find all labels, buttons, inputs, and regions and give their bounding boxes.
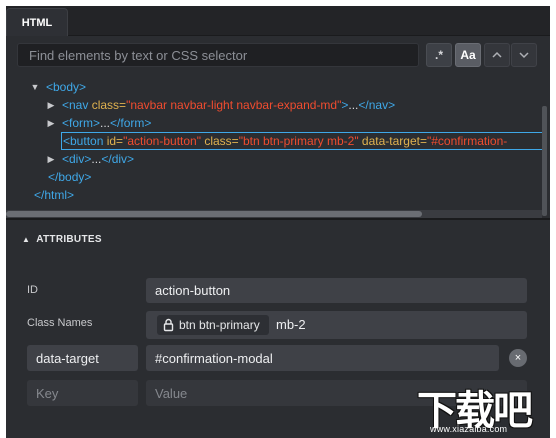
section-expanded-icon: ▲ [22,235,31,244]
locked-class-text: btn btn-primary [179,318,260,332]
tag-button-open: <button [63,134,104,148]
tree-node-div[interactable]: ▶ <div>...</div> [46,150,135,168]
chevron-up-icon [492,51,502,58]
attr-name: id= [106,134,124,148]
attr-name: data-target= [361,134,427,148]
tree-node-body[interactable]: ▼ <body> [30,78,87,96]
close-icon: × [514,352,522,364]
dom-tree: ▼ <body> ▶ <nav class="navbar navbar-lig… [6,72,542,210]
class-extra-text[interactable]: mb-2 [276,317,306,333]
custom-attr-value-field[interactable] [146,345,499,371]
tag-nav-close: </nav> [358,98,396,112]
attr-value: "#confirmation- [426,134,508,148]
attr-value: "action-button" [123,134,201,148]
custom-attr-key-field[interactable] [27,345,138,371]
remove-attribute-button[interactable]: × [509,349,527,367]
tag-body-close: </body> [48,170,92,184]
attr-name: class= [91,98,127,112]
search-input[interactable] [17,43,419,67]
panel-divider[interactable] [6,218,550,220]
collapsed-ellipsis: ... [91,152,102,166]
collapsed-caret-icon[interactable]: ▶ [46,96,56,114]
new-key-input[interactable] [27,380,138,406]
collapsed-caret-icon[interactable]: ▶ [46,150,56,168]
class-names-label: Class Names [27,317,93,329]
collapsed-ellipsis: ... [100,116,111,130]
attr-value: "btn btn-primary mb-2" [238,134,359,148]
tag-div-open: <div> [62,152,92,166]
collapsed-caret-icon[interactable]: ▶ [46,114,56,132]
tree-vertical-scrollbar[interactable] [542,106,547,216]
locked-class-chip: btn btn-primary [157,315,269,335]
attributes-heading: ATTRIBUTES [36,234,102,245]
tag-body-open: <body> [46,80,87,94]
tag-html-close: </html> [34,188,75,202]
tag-form-open: <form> [62,116,101,130]
tree-node-html-close[interactable]: </html> [34,186,74,204]
collapsed-ellipsis: ... [348,98,359,112]
tree-node-form[interactable]: ▶ <form>...</form> [46,114,152,132]
tree-horizontal-scrollbar[interactable] [6,211,422,217]
tab-bar: HTML [6,6,550,36]
next-match-button[interactable] [511,43,537,67]
tree-node-nav[interactable]: ▶ <nav class="navbar navbar-light navbar… [46,96,396,114]
previous-match-button[interactable] [484,43,510,67]
chevron-down-icon [519,52,529,59]
id-label: ID [27,284,38,296]
regex-toggle-button[interactable]: .* [426,43,452,67]
id-field[interactable] [146,278,527,303]
expanded-caret-icon[interactable]: ▼ [30,78,40,96]
tab-html[interactable]: HTML [6,8,68,36]
devtools-panel: HTML .* Aa ▼ <body> ▶ <nav class="navbar… [6,6,550,438]
tag-form-close: </form> [110,116,152,130]
attributes-section-header[interactable]: ▲ ATTRIBUTES [22,234,102,245]
tree-node-body-close[interactable]: </body> [48,168,91,186]
lock-icon [163,318,174,332]
attr-name: class= [204,134,239,148]
tag-nav-open: <nav [62,98,89,112]
tree-node-button-selected[interactable]: <button id="action-button" class="btn bt… [63,132,507,150]
tag-div-close: </div> [101,152,135,166]
match-case-button[interactable]: Aa [455,43,481,67]
watermark-url: www.xiazaiba.com [430,424,508,434]
attr-value: "navbar navbar-light navbar-expand-md" [126,98,342,112]
